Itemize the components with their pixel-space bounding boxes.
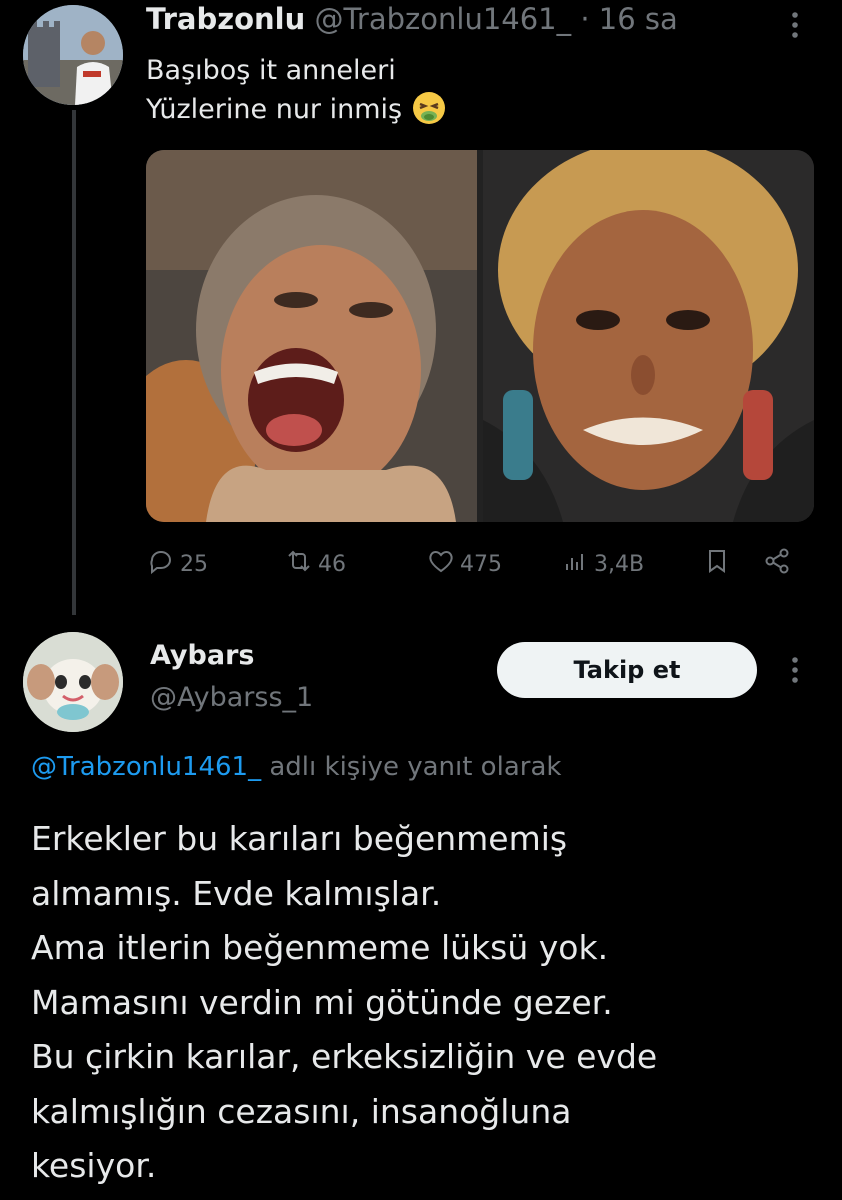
repost-button[interactable]: 46 (284, 544, 346, 584)
parent-display-name[interactable]: Trabzonlu (146, 2, 305, 36)
replying-to-mention-link[interactable]: @Trabzonlu1461_ (31, 752, 261, 782)
reply-more-icon[interactable] (783, 655, 807, 685)
views-icon (560, 546, 594, 582)
parent-timestamp[interactable]: · 16 sa (580, 2, 677, 36)
reply-icon (146, 546, 180, 582)
reply-tweet-text: Erkekler bu karıları beğenmemiş almamış.… (31, 819, 658, 1185)
parent-avatar[interactable] (23, 5, 123, 105)
reply-avatar[interactable] (23, 632, 123, 732)
bookmark-button[interactable] (702, 544, 736, 584)
thread-connector-line (72, 110, 76, 615)
repost-count: 46 (318, 551, 346, 577)
parent-text-line-1: Başıboş it anneleri (146, 55, 396, 86)
parent-action-bar: 25 46 475 3,4B (146, 544, 814, 584)
share-icon (762, 546, 796, 582)
parent-media-grid[interactable] (146, 150, 814, 522)
replying-to-line: @Trabzonlu1461_ adlı kişiye yanıt olarak (31, 752, 561, 782)
like-count: 475 (460, 551, 502, 577)
repost-icon (284, 546, 318, 582)
parent-handle[interactable]: @Trabzonlu1461_ (314, 2, 571, 36)
heart-icon (426, 546, 460, 582)
parent-text-line-2: Yüzlerine nur inmiş (146, 94, 403, 125)
share-button[interactable] (762, 544, 796, 584)
views-button[interactable]: 3,4B (560, 544, 644, 584)
nauseated-face-emoji-icon (411, 90, 447, 126)
parent-tweet-text: Başıboş it anneleri Yüzlerine nur inmiş (146, 52, 447, 129)
photo-grimacing-woman[interactable] (483, 150, 814, 522)
reply-button[interactable]: 25 (146, 544, 208, 584)
replying-to-suffix: adlı kişiye yanıt olarak (269, 752, 562, 782)
reply-count: 25 (180, 551, 208, 577)
parent-more-icon[interactable] (783, 10, 807, 40)
like-button[interactable]: 475 (426, 544, 502, 584)
views-count: 3,4B (594, 551, 645, 577)
reply-handle[interactable]: @Aybarss_1 (150, 682, 313, 713)
reply-display-name[interactable]: Aybars (150, 640, 254, 671)
parent-author-row: Trabzonlu @Trabzonlu1461_ · 16 sa (146, 2, 678, 36)
follow-button[interactable]: Takip et (497, 642, 757, 698)
bookmark-icon (702, 546, 736, 582)
photo-laughing-woman[interactable] (146, 150, 477, 522)
